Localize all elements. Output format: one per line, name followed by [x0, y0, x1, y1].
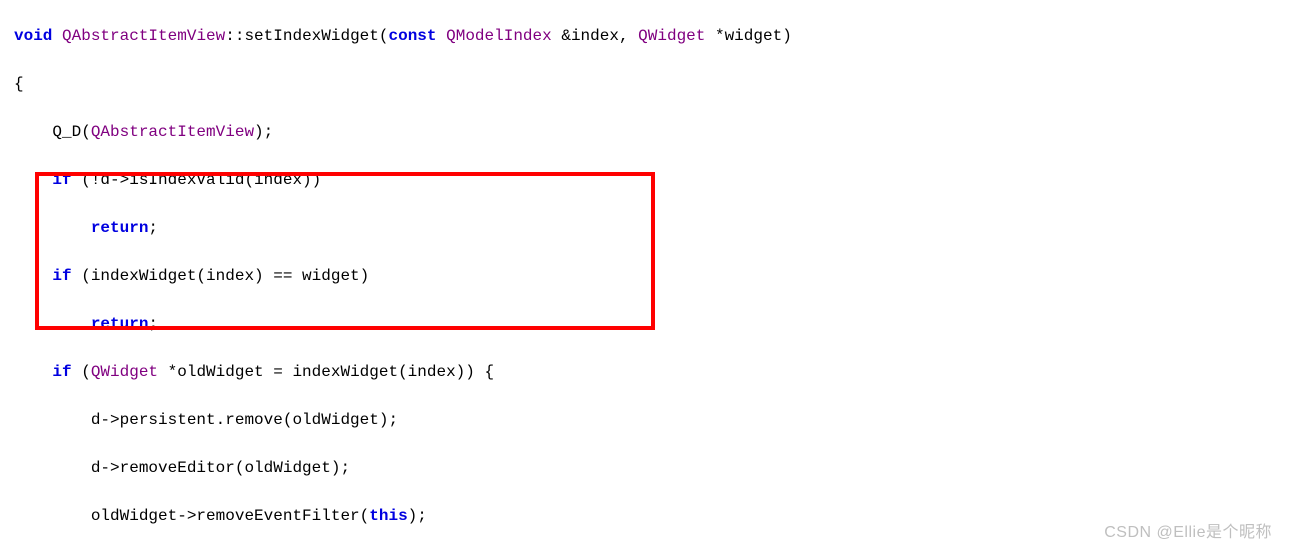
code-line: {	[14, 72, 1300, 96]
code-line: d->persistent.remove(oldWidget);	[14, 408, 1300, 432]
code-line: if (!d->isIndexValid(index))	[14, 168, 1300, 192]
code-editor[interactable]: void QAbstractItemView::setIndexWidget(c…	[0, 0, 1300, 551]
code-line: if (indexWidget(index) == widget)	[14, 264, 1300, 288]
code-line: void QAbstractItemView::setIndexWidget(c…	[14, 24, 1300, 48]
token-keyword: void	[14, 27, 52, 45]
code-line: if (QWidget *oldWidget = indexWidget(ind…	[14, 360, 1300, 384]
code-line: return;	[14, 216, 1300, 240]
code-line: Q_D(QAbstractItemView);	[14, 120, 1300, 144]
code-line: d->removeEditor(oldWidget);	[14, 456, 1300, 480]
watermark-label: CSDN @Ellie是个昵称	[1104, 521, 1272, 545]
code-line: return;	[14, 312, 1300, 336]
token-type: QAbstractItemView	[62, 27, 225, 45]
